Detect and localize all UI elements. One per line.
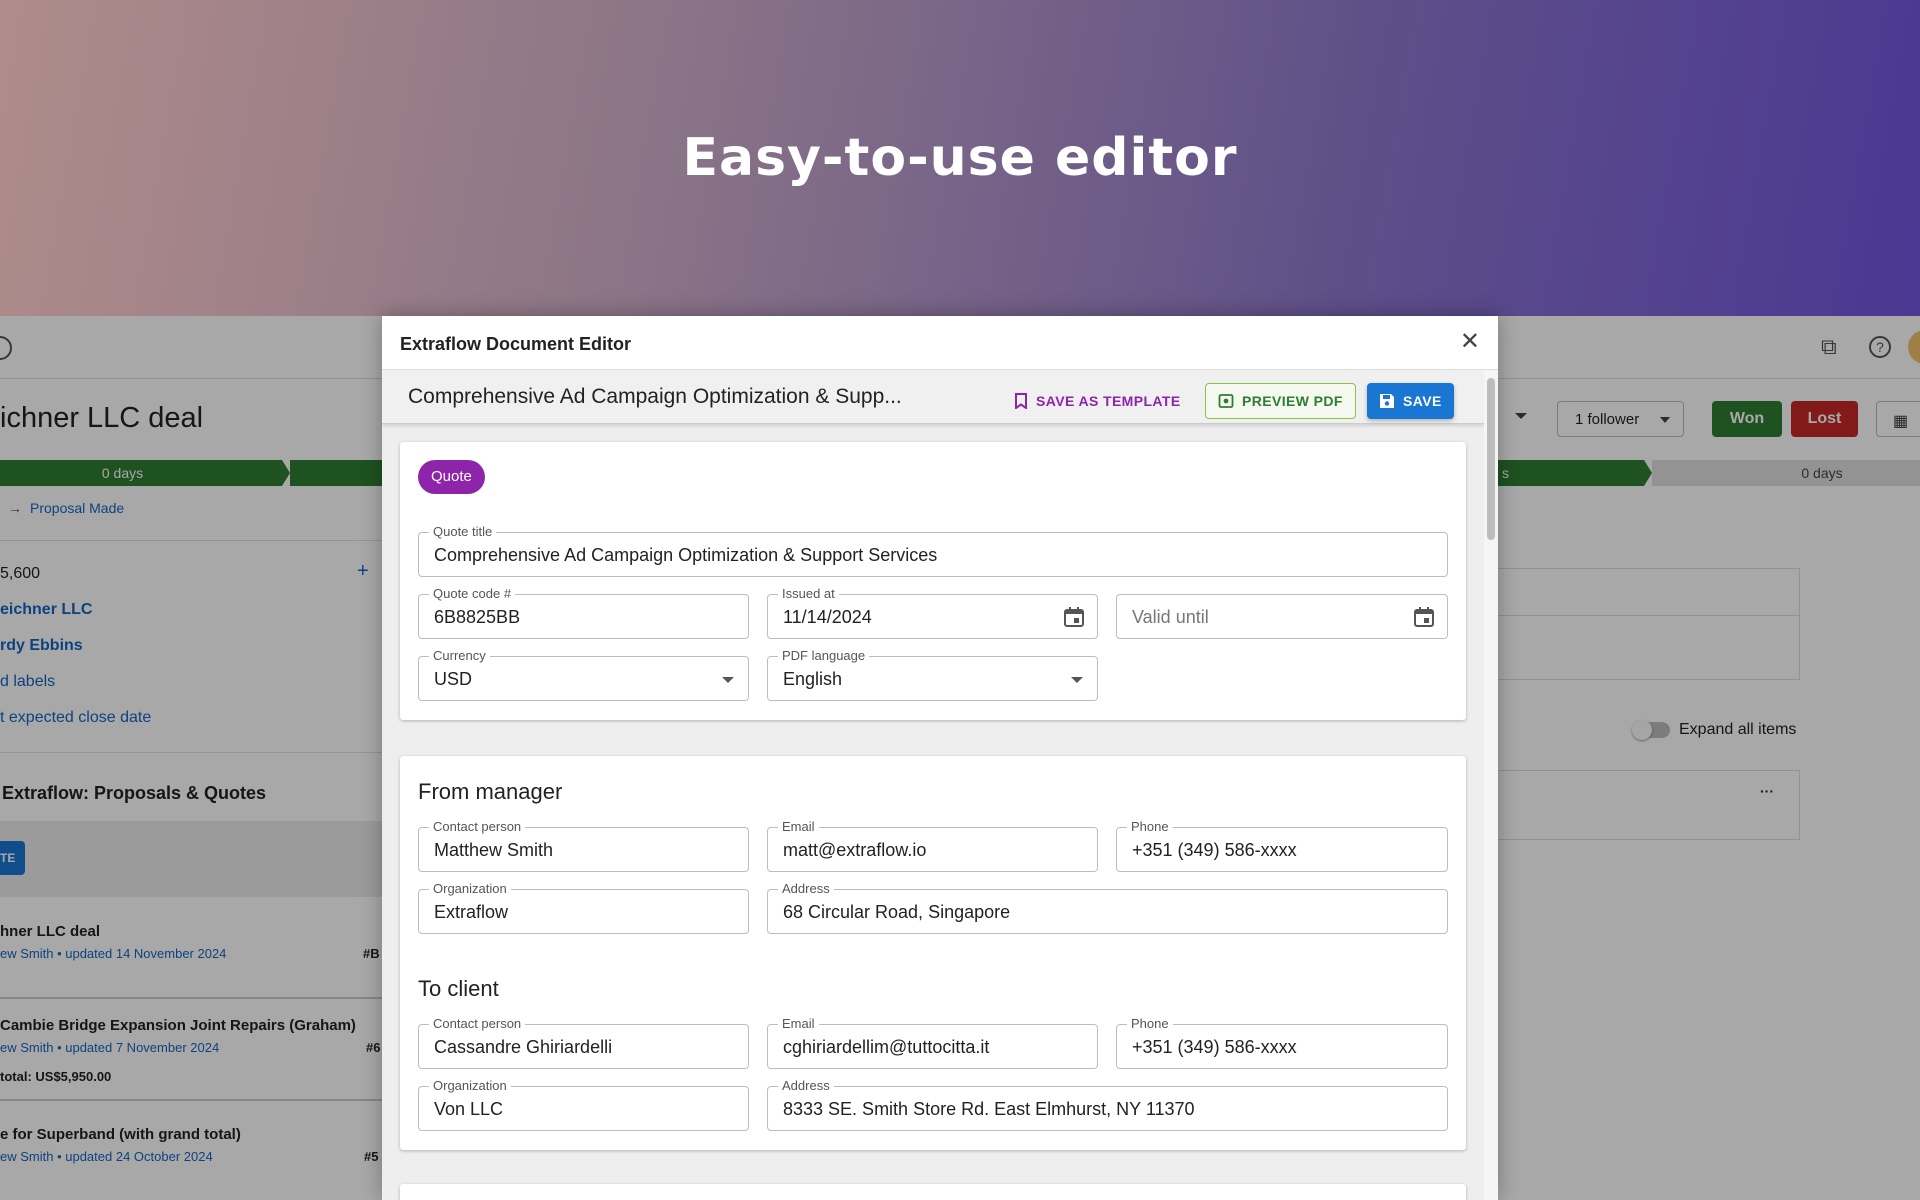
to-client-heading: To client <box>418 976 499 1001</box>
quote-code-field[interactable]: Quote code # 6B8825BB <box>418 586 749 639</box>
field-label: Contact person <box>429 819 526 835</box>
preview-pdf-button[interactable]: PREVIEW PDF <box>1205 383 1356 419</box>
save-as-template-button[interactable]: SAVE AS TEMPLATE <box>1002 383 1193 419</box>
preview-pdf-label: PREVIEW PDF <box>1242 393 1343 409</box>
field-value: 11/14/2024 <box>783 607 872 627</box>
field-value: +351 (349) 586-xxxx <box>1132 1037 1297 1057</box>
client-contact-field[interactable]: Contact person Cassandre Ghiriardelli <box>418 1016 749 1069</box>
bookmark-icon <box>1015 393 1027 409</box>
document-type-chip[interactable]: Quote <box>418 460 485 494</box>
field-label: Address <box>778 1078 834 1094</box>
dialog-header: Extraflow Document Editor ✕ <box>382 316 1498 370</box>
field-value: USD <box>434 669 473 689</box>
issued-at-field[interactable]: Issued at 11/14/2024 <box>767 586 1098 639</box>
manager-phone-field[interactable]: Phone +351 (349) 586-xxxx <box>1116 819 1448 872</box>
quote-details-card: Quote Quote title Comprehensive Ad Campa… <box>400 442 1466 720</box>
floppy-disk-icon <box>1380 394 1394 408</box>
field-label: Currency <box>429 648 490 664</box>
field-value: Comprehensive Ad Campaign Optimization &… <box>434 545 938 565</box>
field-value: Cassandre Ghiriardelli <box>434 1037 613 1057</box>
field-label: Issued at <box>778 586 839 602</box>
next-section-card <box>400 1184 1466 1200</box>
client-organization-field[interactable]: Organization Von LLC <box>418 1078 749 1131</box>
field-value: 6B8825BB <box>434 607 521 627</box>
client-phone-field[interactable]: Phone +351 (349) 586-xxxx <box>1116 1016 1448 1069</box>
parties-card: From manager Contact person Matthew Smit… <box>400 756 1466 1150</box>
field-label: Email <box>778 819 819 835</box>
field-value: English <box>783 669 843 689</box>
field-value: cghiriardellim@tuttocitta.it <box>783 1037 990 1057</box>
field-label: Quote code # <box>429 586 516 602</box>
field-label: Quote title <box>429 524 497 540</box>
manager-email-field[interactable]: Email matt@extraflow.io <box>767 819 1098 872</box>
field-value: Von LLC <box>434 1099 504 1119</box>
dropdown-arrow-icon <box>722 677 734 683</box>
save-button[interactable]: SAVE <box>1367 383 1454 419</box>
scrollbar[interactable] <box>1484 370 1498 1200</box>
field-label: Phone <box>1127 1016 1173 1032</box>
field-value: +351 (349) 586-xxxx <box>1132 840 1297 860</box>
save-as-template-label: SAVE AS TEMPLATE <box>1036 393 1181 409</box>
field-value: Extraflow <box>434 902 509 922</box>
field-value: Matthew Smith <box>434 840 554 860</box>
field-value: matt@extraflow.io <box>783 840 927 860</box>
field-label: Email <box>778 1016 819 1032</box>
close-icon[interactable]: ✕ <box>1460 330 1480 354</box>
save-label: SAVE <box>1403 393 1442 409</box>
calendar-icon[interactable] <box>1413 606 1435 628</box>
field-value: 8333 SE. Smith Store Rd. East Elmhurst, … <box>783 1099 1195 1119</box>
field-value: 68 Circular Road, Singapore <box>783 902 1011 922</box>
scrollbar-thumb[interactable] <box>1487 378 1495 540</box>
quote-title-field[interactable]: Quote title Comprehensive Ad Campaign Op… <box>418 524 1448 577</box>
manager-address-field[interactable]: Address 68 Circular Road, Singapore <box>767 881 1448 934</box>
client-address-field[interactable]: Address 8333 SE. Smith Store Rd. East El… <box>767 1078 1448 1131</box>
hero-title: Easy-to-use editor <box>682 128 1238 188</box>
field-placeholder: Valid until <box>1132 607 1209 627</box>
field-label: Phone <box>1127 819 1173 835</box>
currency-select[interactable]: Currency USD <box>418 648 749 701</box>
client-email-field[interactable]: Email cghiriardellim@tuttocitta.it <box>767 1016 1098 1069</box>
document-editor-dialog: Extraflow Document Editor ✕ Comprehensiv… <box>382 316 1498 1200</box>
dialog-title: Extraflow Document Editor <box>400 334 632 354</box>
field-label: Organization <box>429 881 511 897</box>
hero-banner: Easy-to-use editor <box>0 0 1920 316</box>
field-label: Organization <box>429 1078 511 1094</box>
document-title: Comprehensive Ad Campaign Optimization &… <box>408 385 902 408</box>
pdf-language-select[interactable]: PDF language English <box>767 648 1098 701</box>
dropdown-arrow-icon <box>1071 677 1083 683</box>
field-label: PDF language <box>778 648 870 664</box>
manager-organization-field[interactable]: Organization Extraflow <box>418 881 749 934</box>
manager-contact-field[interactable]: Contact person Matthew Smith <box>418 819 749 872</box>
from-manager-heading: From manager <box>418 779 563 804</box>
preview-icon <box>1218 394 1234 408</box>
field-label: Address <box>778 881 834 897</box>
editor-toolbar: Comprehensive Ad Campaign Optimization &… <box>382 370 1484 424</box>
calendar-icon[interactable] <box>1063 606 1085 628</box>
field-label: Contact person <box>429 1016 526 1032</box>
valid-until-field[interactable]: Valid until <box>1116 594 1448 639</box>
